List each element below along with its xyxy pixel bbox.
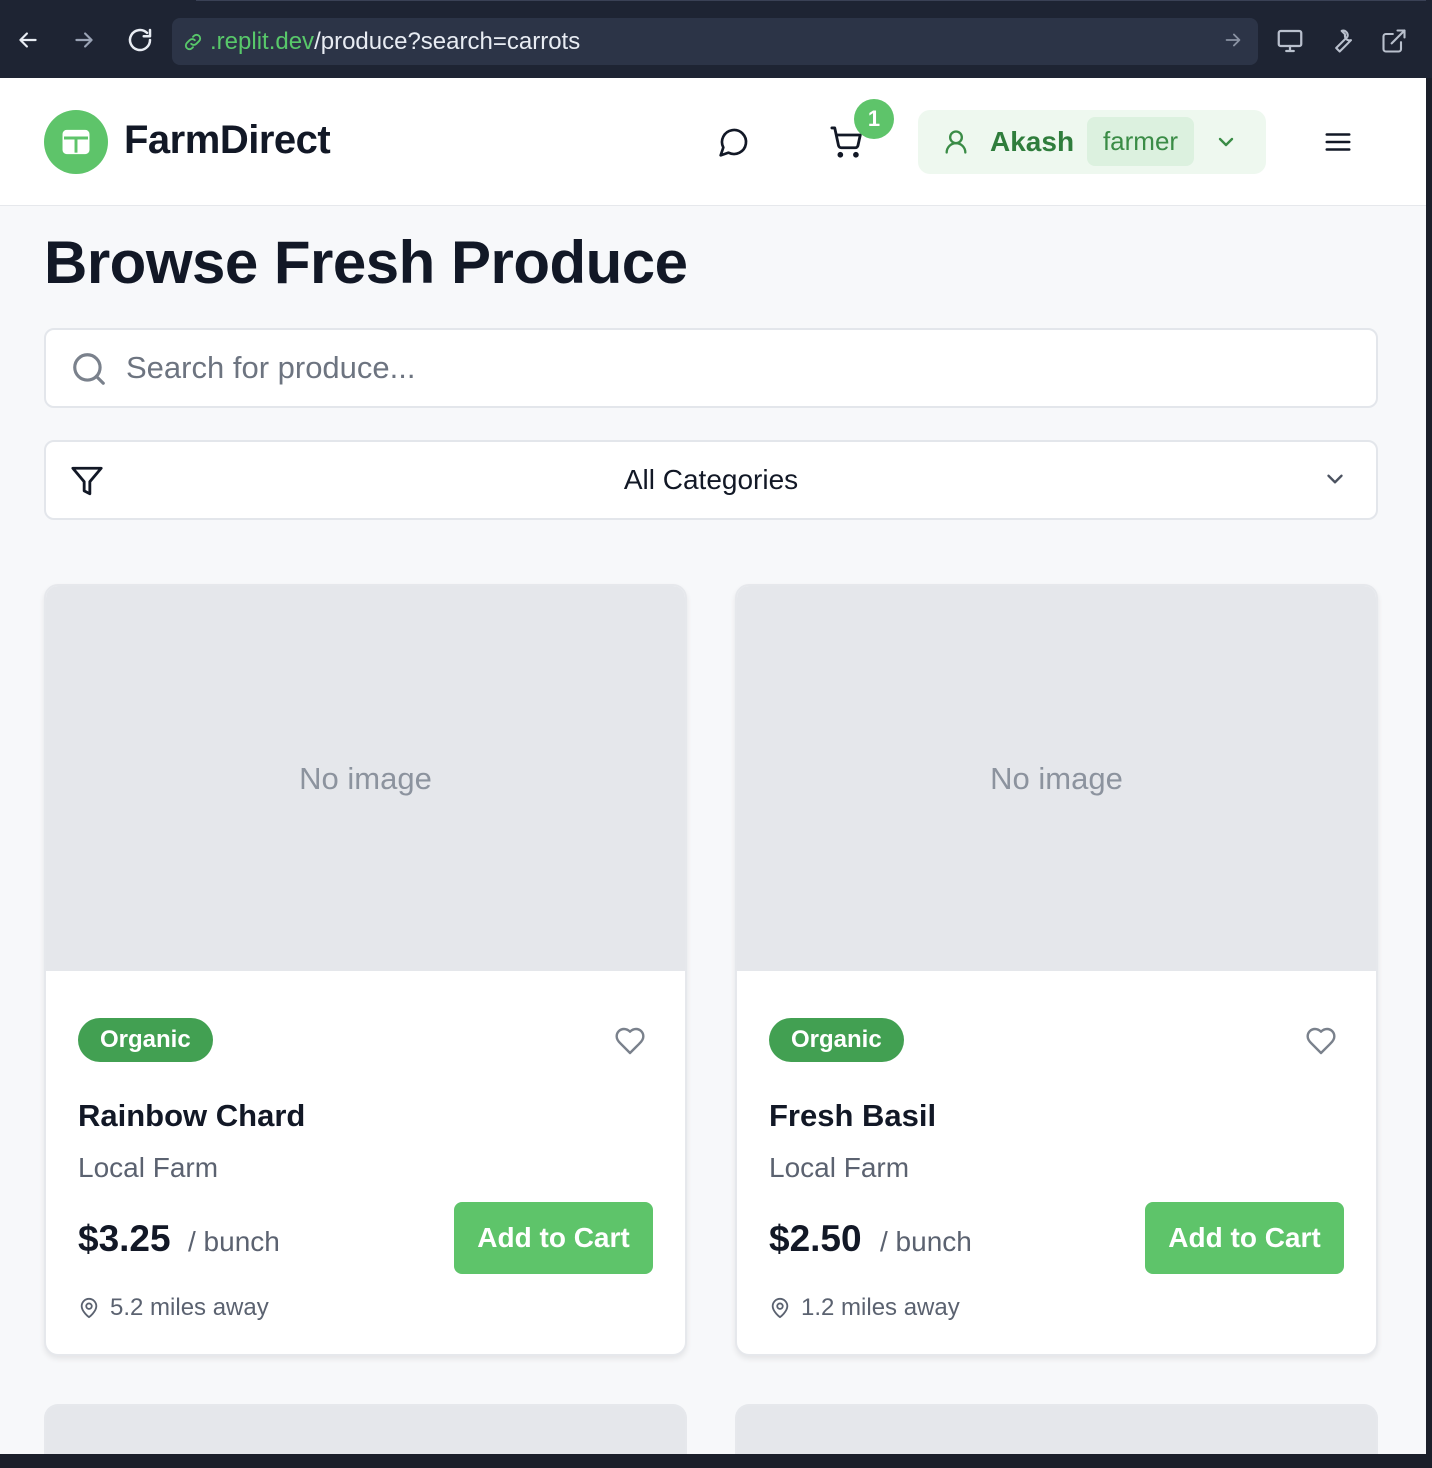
go-arrow-icon[interactable]	[1222, 29, 1244, 56]
hamburger-menu-icon[interactable]	[1318, 122, 1358, 162]
product-image-placeholder: No image	[46, 586, 685, 971]
price-unit: / bunch	[880, 1226, 972, 1257]
url-path: /produce?search=carrots	[314, 27, 581, 55]
price-unit: / bunch	[188, 1226, 280, 1257]
address-bar[interactable]: .replit.dev/produce?search=carrots	[172, 18, 1258, 65]
user-name: Akash	[990, 126, 1075, 157]
product-card-partial[interactable]	[735, 1404, 1378, 1454]
farm-name: Local Farm	[769, 1152, 910, 1183]
page-title: Browse Fresh Produce	[44, 229, 688, 296]
product-name[interactable]: Fresh Basil	[769, 1098, 936, 1134]
link-icon	[182, 30, 206, 54]
organic-badge: Organic	[78, 1018, 213, 1062]
map-pin-icon	[769, 1297, 791, 1319]
product-card-partial[interactable]	[44, 1404, 687, 1454]
product-image-placeholder: No image	[737, 586, 1376, 971]
window-edge	[1426, 78, 1432, 1468]
search-field[interactable]	[44, 328, 1378, 408]
map-pin-icon	[78, 1297, 100, 1319]
organic-badge: Organic	[769, 1018, 904, 1062]
browser-toolbar: .replit.dev/produce?search=carrots	[0, 0, 1432, 78]
distance-info: 1.2 miles away	[769, 1294, 960, 1322]
search-icon	[70, 350, 108, 393]
user-role-badge: farmer	[1087, 117, 1194, 166]
chevron-down-icon	[1322, 466, 1348, 497]
add-to-cart-button[interactable]: Add to Cart	[454, 1202, 653, 1274]
url-host: .replit.dev	[210, 27, 315, 55]
heart-icon[interactable]	[612, 1023, 648, 1059]
brand-name[interactable]: FarmDirect	[124, 118, 331, 163]
user-icon	[942, 128, 970, 161]
farmdirect-logo-icon[interactable]	[44, 110, 108, 174]
page-viewport: FarmDirect 1 Akash farmer Browse Fresh P…	[0, 78, 1426, 1454]
cart-count-badge: 1	[854, 99, 894, 139]
forward-arrow-icon[interactable]	[68, 24, 100, 56]
add-to-cart-button[interactable]: Add to Cart	[1145, 1202, 1344, 1274]
reload-icon[interactable]	[124, 24, 156, 56]
chat-bubble-icon[interactable]	[714, 122, 754, 162]
search-input[interactable]	[126, 344, 1346, 392]
wrench-icon[interactable]	[1325, 24, 1359, 58]
devices-icon[interactable]	[1273, 24, 1307, 58]
product-name[interactable]: Rainbow Chard	[78, 1098, 305, 1134]
heart-icon[interactable]	[1303, 1023, 1339, 1059]
product-card[interactable]: No image Organic Fresh Basil Local Farm …	[735, 584, 1378, 1356]
product-card[interactable]: No image Organic Rainbow Chard Local Far…	[44, 584, 687, 1356]
user-menu-button[interactable]: Akash farmer	[918, 110, 1266, 174]
category-select-value: All Categories	[623, 464, 799, 495]
chevron-down-icon	[1214, 130, 1238, 159]
distance-text: 1.2 miles away	[801, 1294, 960, 1321]
distance-info: 5.2 miles away	[78, 1294, 269, 1322]
distance-text: 5.2 miles away	[110, 1294, 269, 1321]
external-link-icon[interactable]	[1377, 24, 1411, 58]
site-header: FarmDirect 1 Akash farmer	[0, 78, 1426, 206]
window-bottom-edge	[0, 1454, 1432, 1468]
tab-strip-edge	[196, 0, 1426, 4]
product-price: $2.50	[769, 1218, 862, 1259]
product-price: $3.25	[78, 1218, 171, 1259]
category-select[interactable]: All Categories	[44, 440, 1378, 520]
back-arrow-icon[interactable]	[12, 24, 44, 56]
farm-name: Local Farm	[78, 1152, 219, 1183]
